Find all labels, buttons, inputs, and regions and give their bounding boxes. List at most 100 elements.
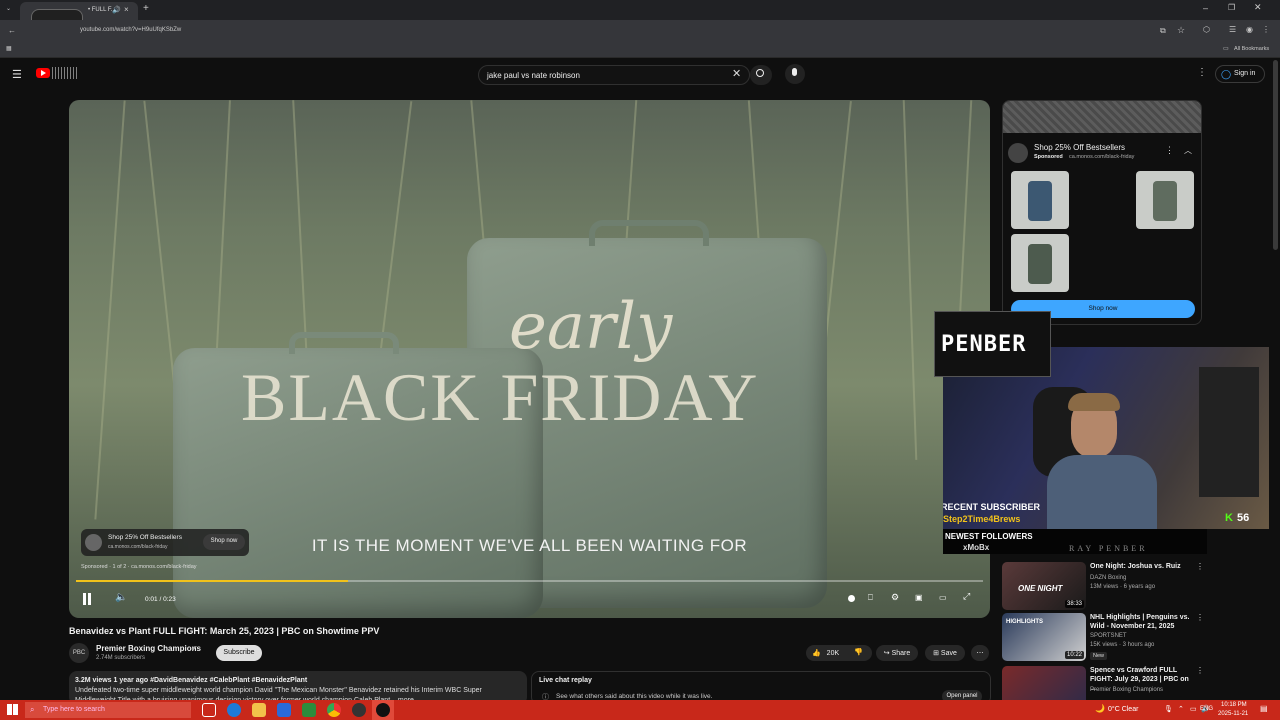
back-icon[interactable]: ← [8, 26, 16, 35]
chrome-menu-icon[interactable]: ⋮ [1262, 25, 1270, 34]
more-actions-button[interactable]: ⋯ [971, 645, 989, 661]
voice-search-button[interactable] [785, 64, 805, 84]
close-window-icon[interactable]: ✕ [1254, 2, 1262, 13]
like-icon[interactable]: 👍 [812, 650, 821, 657]
verified-icon: ✔ [191, 644, 198, 653]
settings-gear-icon[interactable]: ⚙ [891, 592, 899, 603]
clear-search-icon[interactable]: ✕ [732, 67, 741, 80]
youtube-logo-icon[interactable] [36, 68, 50, 78]
subscribe-button[interactable]: Subscribe [216, 645, 262, 661]
profile-icon[interactable]: ◉ [1246, 25, 1253, 34]
doodle-logo[interactable] [52, 67, 78, 79]
theater-mode-icon[interactable]: ▭ [939, 593, 947, 602]
recommendation-title[interactable]: NHL Highlights | Penguins vs. Wild - Nov… [1090, 613, 1190, 631]
channel-name[interactable]: Premier Boxing Champions [96, 644, 201, 653]
recommendation-item[interactable]: HIGHLIGHTS 10:22 NHL Highlights | Pengui… [1002, 613, 1204, 663]
ad-advertiser-avatar[interactable] [1008, 143, 1028, 163]
ad-panel-url[interactable]: ca.monos.com/black-friday [1069, 154, 1134, 160]
save-button[interactable]: ⊞ Save [925, 645, 965, 661]
like-count[interactable]: 20K [827, 650, 839, 657]
windows-start-icon[interactable] [7, 704, 18, 715]
thumb-text: HIGHLIGHTS [1006, 619, 1043, 625]
recommendation-title[interactable]: One Night: Joshua vs. Ruiz [1090, 562, 1190, 571]
recommendation-item[interactable]: ONE NIGHT 38:33 One Night: Joshua vs. Ru… [1002, 562, 1204, 612]
folder-icon: ▭ [1223, 46, 1229, 52]
cast-icon[interactable]: ⧉ [1160, 26, 1166, 36]
ad-panel-title[interactable]: Shop 25% Off Bestsellers [1034, 143, 1125, 152]
edge-icon[interactable] [227, 703, 241, 717]
ad-shop-now-button[interactable]: Shop now [203, 534, 245, 550]
recommendation-thumbnail[interactable] [1002, 666, 1086, 700]
maximize-icon[interactable]: ❐ [1228, 3, 1235, 12]
minimize-icon[interactable]: – [1203, 3, 1208, 13]
channel-avatar[interactable]: PBC [69, 643, 89, 663]
search-input[interactable]: jake paul vs nate robinson [478, 65, 750, 85]
sign-in-button[interactable]: ◯ Sign in [1215, 65, 1265, 83]
search-button[interactable] [750, 65, 772, 85]
tab-close-icon[interactable]: × [124, 5, 129, 14]
ad-more-icon[interactable]: ⋮ [1165, 145, 1174, 156]
overlay-black-friday-text: BLACK FRIDAY [241, 359, 760, 435]
side-panel-icon[interactable]: ☰ [1229, 25, 1236, 34]
settings-dots-icon[interactable]: ⋮ [1197, 67, 1207, 78]
url-text[interactable]: youtube.com/watch?v=H9uUfqKSbZw [80, 27, 181, 33]
search-value: jake paul vs nate robinson [487, 71, 580, 80]
volume-icon[interactable]: 🔈 [115, 592, 127, 603]
progress-bar[interactable] [76, 580, 983, 582]
task-view-icon[interactable] [202, 703, 216, 717]
clock-date[interactable]: 2025-11-21 [1218, 711, 1248, 717]
ad-overlay-card[interactable]: Shop 25% Off Bestsellers ca.monos.com/bl… [81, 529, 249, 556]
tiktok-icon[interactable] [376, 703, 390, 717]
video-player[interactable]: early BLACK FRIDAY IT IS THE MOMENT WE'V… [69, 100, 990, 618]
mail-icon[interactable] [277, 703, 291, 717]
tab-audio-icon[interactable]: 🔊 [112, 6, 121, 14]
weather-text[interactable]: 0°C Clear [1108, 706, 1138, 713]
product-image[interactable] [1011, 171, 1069, 229]
ad-collapse-icon[interactable]: ︿ [1184, 145, 1192, 156]
subtitles-icon[interactable]: ⎕ [868, 593, 873, 603]
taskbar-search[interactable]: ⌕ Type here to search [25, 702, 191, 718]
network-icon[interactable]: ▭ [1190, 705, 1197, 713]
ad-banner-image[interactable] [1003, 101, 1201, 133]
recommendation-more-icon[interactable]: ⋮ [1196, 562, 1204, 571]
obs-icon[interactable] [352, 703, 366, 717]
product-image[interactable] [1136, 171, 1194, 229]
mic-tray-icon[interactable]: 🎙 [1164, 705, 1173, 713]
chrome-icon[interactable] [327, 703, 341, 717]
newest-followers-label: NEWEST FOLLOWERS [945, 532, 1033, 541]
recommendation-item[interactable]: Spence vs Crawford FULL FIGHT: July 29, … [1002, 666, 1202, 700]
autoplay-toggle-icon[interactable] [848, 595, 855, 602]
share-button[interactable]: ↪ Share [876, 645, 918, 661]
bookmark-star-icon[interactable]: ☆ [1177, 25, 1185, 36]
product-image[interactable] [1011, 234, 1069, 292]
recommendation-channel[interactable]: DAZN Boxing [1090, 575, 1126, 581]
recommendation-channel[interactable]: SPORTSNET [1090, 633, 1127, 639]
sponsored-line[interactable]: Sponsored · 1 of 2 · ca.monos.com/black-… [81, 564, 197, 570]
recommendation-more-icon[interactable]: ⋮ [1196, 613, 1204, 622]
tray-chevron-icon[interactable]: ⌃ [1178, 705, 1184, 713]
miniplayer-icon[interactable]: ▣ [915, 593, 923, 602]
recommendation-thumbnail[interactable]: HIGHLIGHTS 10:22 [1002, 613, 1086, 661]
recommendation-channel[interactable]: Premier Boxing Champions [1090, 687, 1163, 693]
fullscreen-icon[interactable]: ⤢ [963, 591, 970, 602]
menu-icon[interactable]: ☰ [12, 68, 22, 81]
dislike-icon[interactable]: 👎 [854, 648, 863, 656]
tab-list-icon[interactable]: ⌄ [6, 5, 11, 12]
file-explorer-icon[interactable] [252, 703, 266, 717]
search-icon [756, 69, 764, 77]
pause-icon[interactable] [83, 593, 86, 605]
extensions-icon[interactable]: ⬡ [1203, 25, 1210, 34]
language-indicator[interactable]: ENG [1200, 706, 1213, 712]
recommendation-more-icon[interactable]: ⋮ [1196, 666, 1202, 675]
notifications-icon[interactable]: ▤ [1260, 704, 1268, 713]
new-tab-icon[interactable]: + [143, 3, 149, 14]
apps-icon[interactable]: ▦ [6, 45, 12, 52]
address-bar-row: ← youtube.com/watch?v=H9uUfqKSbZw ⧉ ☆ ⬡ … [0, 20, 1280, 42]
weather-icon[interactable]: 🌙 [1095, 704, 1105, 713]
bookmarks-bar: ▦ ▭ All Bookmarks [0, 42, 1280, 58]
app-icon[interactable] [302, 703, 316, 717]
all-bookmarks[interactable]: All Bookmarks [1234, 46, 1269, 52]
page-scrollbar[interactable] [1273, 60, 1278, 250]
recommendation-thumbnail[interactable]: ONE NIGHT 38:33 [1002, 562, 1086, 610]
clock-time[interactable]: 10:18 PM [1221, 702, 1247, 708]
